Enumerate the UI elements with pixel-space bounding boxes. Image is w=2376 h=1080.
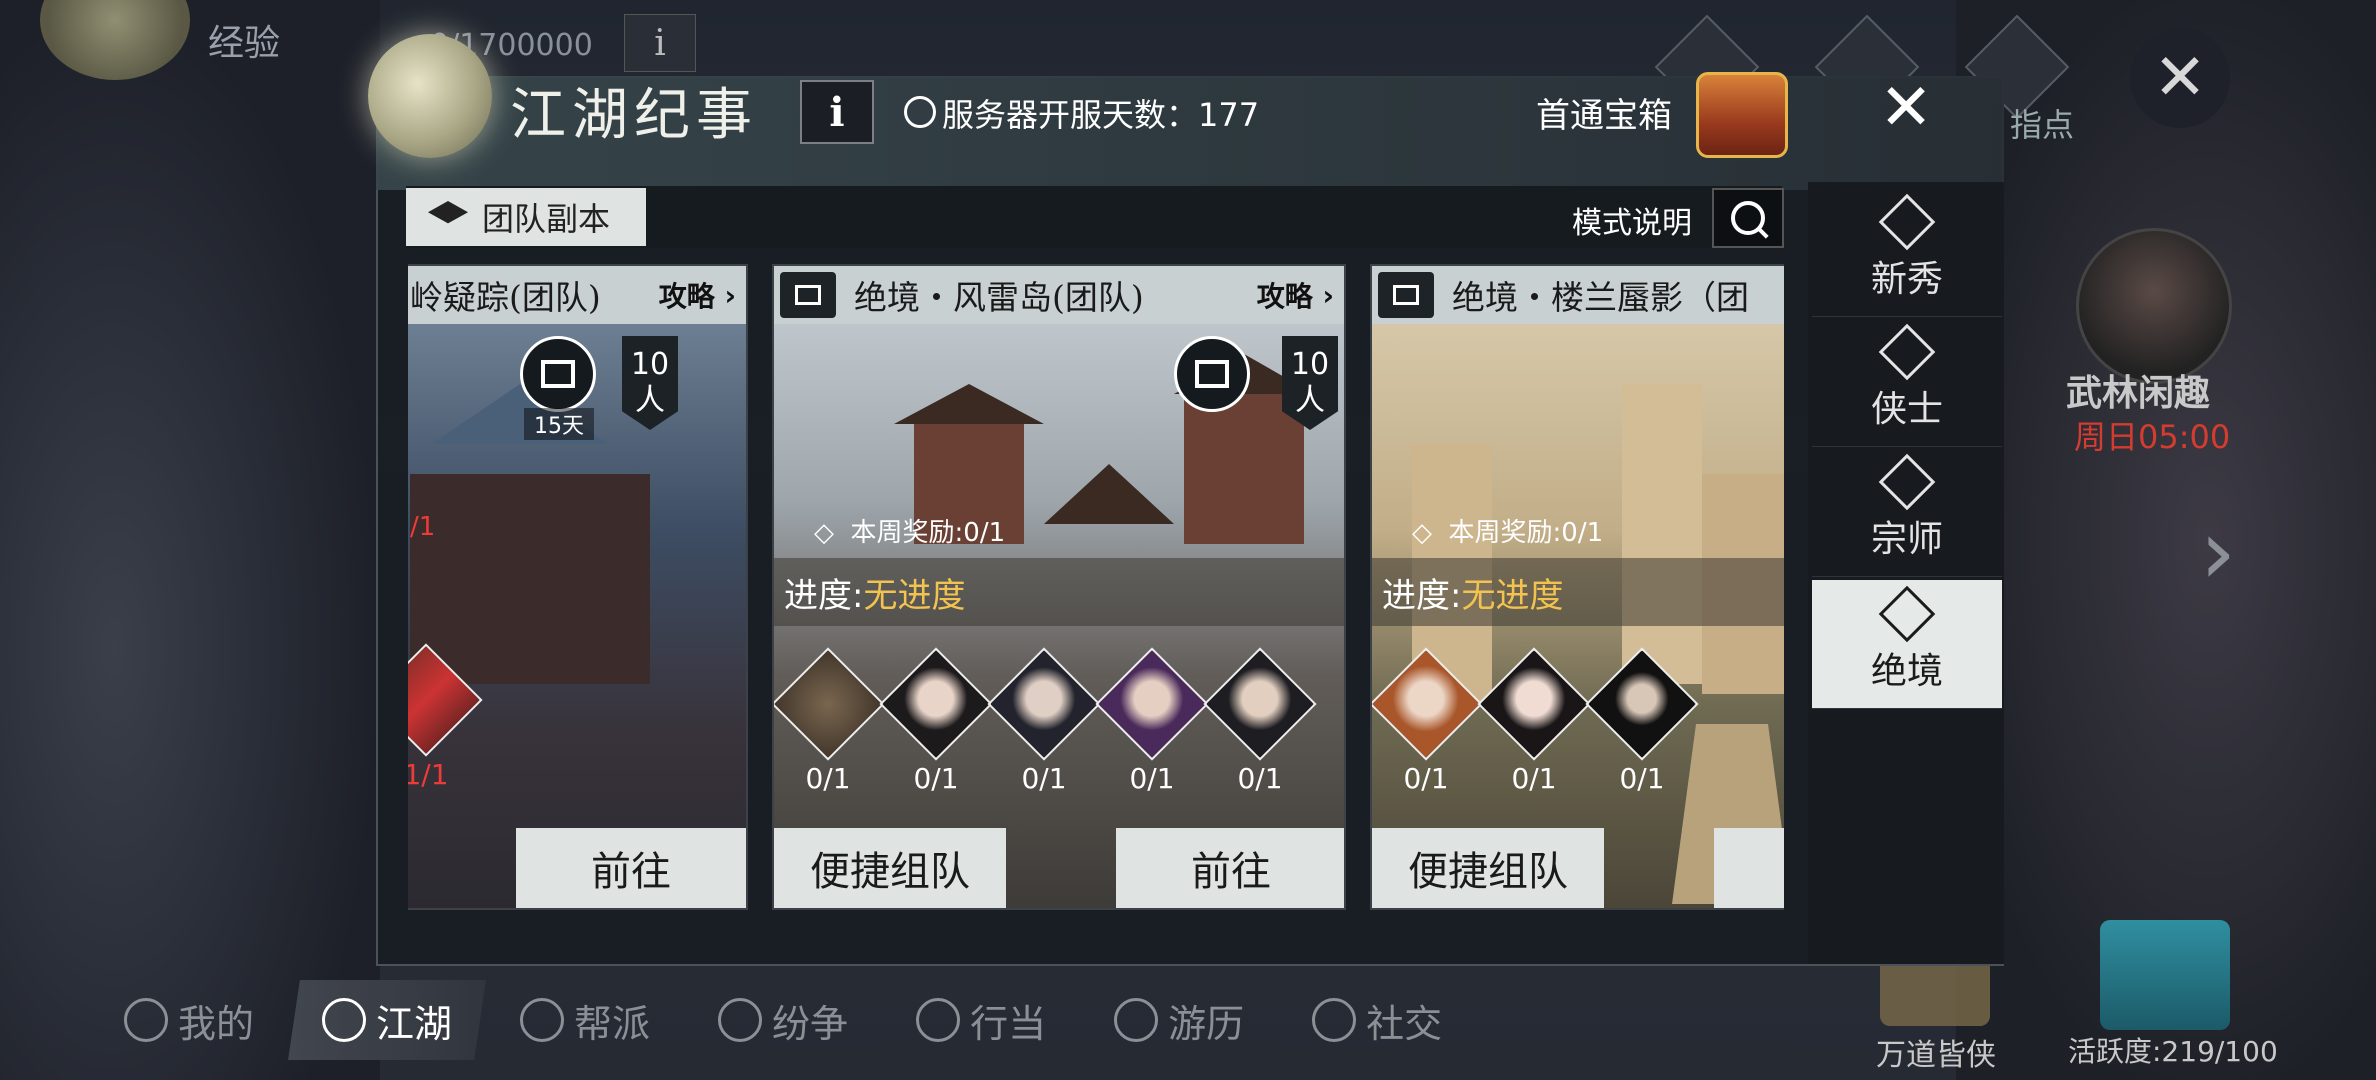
quick-team-button[interactable]: 便捷组队 (774, 828, 1006, 908)
tier-emblem-icon (1878, 323, 1936, 381)
background-close-button[interactable]: ✕ (2130, 28, 2230, 128)
bottom-nav: 我的 江湖 帮派 纷争 行当 游历 社交 (90, 980, 1476, 1060)
moon-icon (368, 34, 492, 158)
people-icon (1312, 998, 1357, 1042)
nav-item-jianghu[interactable]: 江湖 (288, 980, 487, 1060)
nav-item-social[interactable]: 社交 (1278, 980, 1476, 1060)
first-clear-chest-label: 首通宝箱 (1536, 96, 1672, 136)
go-button[interactable]: 前往 (516, 828, 746, 908)
mode-help-label[interactable]: 模式说明 (1572, 198, 1692, 242)
tier-knight[interactable]: 侠士 (1812, 318, 2002, 447)
dungeon-card[interactable]: 绝境・风雷岛(团队) 攻略 › 10 人 ◇ 本周奖励:0/1 进度: 无进度 0/… (772, 264, 1346, 910)
player-count-badge: 10 人 (1282, 336, 1338, 430)
search-icon (1731, 201, 1765, 235)
guide-link[interactable]: 攻略 › (1257, 266, 1334, 324)
boss-clear-count: 0/1 (1403, 762, 1449, 795)
tier-emblem-icon (1878, 453, 1936, 511)
progress-row: 进度: 无进度 (774, 558, 1344, 626)
monitor-icon (780, 272, 836, 318)
magnifier-icon (1114, 998, 1159, 1042)
tab-team-dungeon[interactable]: 团队副本 (406, 188, 646, 246)
mode-help-button[interactable] (1712, 188, 1784, 248)
hint-label: 指点 (2010, 106, 2075, 144)
nav-item-conflict[interactable]: 纷争 (684, 980, 882, 1060)
modal-title: 江湖纪事 (510, 83, 758, 148)
exp-label: 经验 (208, 23, 281, 64)
clock-icon (904, 96, 936, 128)
book-icon (916, 998, 961, 1042)
activity-chest-icon[interactable] (2100, 920, 2230, 1030)
chest-label: 万道皆侠 (1876, 1038, 1996, 1073)
nav-item-guild[interactable]: 帮派 (486, 980, 684, 1060)
weekly-reward: ◇ 本周奖励:0/1 (1412, 518, 1604, 548)
modal-info-button[interactable]: i (800, 80, 874, 144)
boss-clear-count: 0/1 (1619, 762, 1665, 795)
quick-team-button[interactable]: 便捷组队 (1372, 828, 1604, 908)
swords-icon (718, 998, 763, 1042)
chevron-right-icon[interactable]: › (2200, 500, 2236, 605)
event-name: 武林闲趣 (2066, 373, 2211, 414)
monitor-icon (1378, 272, 1434, 318)
nav-item-travel[interactable]: 游历 (1080, 980, 1278, 1060)
go-button[interactable]: 前往 (1116, 828, 1344, 908)
exp-info-button[interactable]: i (624, 14, 696, 72)
tier-emblem-icon (1878, 585, 1936, 643)
reset-icon (1174, 336, 1250, 412)
go-button-partial[interactable] (1714, 828, 1784, 908)
boss-clear-count: 0/1 (1129, 762, 1175, 795)
progress-value: 无进度 (863, 575, 966, 616)
boss-clear-count: 1/1 (408, 758, 449, 791)
event-time: 周日05:00 (2074, 418, 2231, 456)
tier-extreme[interactable]: 绝境 (1812, 580, 2002, 709)
dungeon-card-list[interactable]: 岭疑踪(团队) 攻略 › 15天 10人 /1 1/1 前往 绝境・风雷岛(团队… (408, 264, 1784, 914)
dungeon-card[interactable]: 岭疑踪(团队) 攻略 › 15天 10人 /1 1/1 前往 (408, 264, 748, 910)
background-scene-left (0, 0, 380, 1080)
boss-clear-count: 0/1 (805, 762, 851, 795)
progress-value: 无进度 (1461, 575, 1564, 616)
server-days: 服务器开服天数：177 (942, 96, 1260, 134)
activity-value: 活跃度:219/100 (2068, 1035, 2278, 1068)
boss-clear-count: 0/1 (1021, 762, 1067, 795)
event-avatar[interactable] (2076, 228, 2232, 384)
weekly-reward: ◇ 本周奖励:0/1 (814, 518, 1006, 548)
tier-newbie[interactable]: 新秀 (1812, 188, 2002, 317)
tier-emblem-icon (1878, 193, 1936, 251)
boss-clear-count: 0/1 (1237, 762, 1283, 795)
card-title: 绝境・楼兰蜃影（团 (1372, 266, 1784, 324)
nav-item-mine[interactable]: 我的 (90, 980, 288, 1060)
dungeon-card[interactable]: 绝境・楼兰蜃影（团 ◇ 本周奖励:0/1 进度: 无进度 0/1 0/1 0/1 … (1370, 264, 1784, 910)
nav-item-trade[interactable]: 行当 (882, 980, 1080, 1060)
guide-link[interactable]: 攻略 › (659, 266, 736, 324)
boss-clear-count: 0/1 (913, 762, 959, 795)
hall-icon (520, 998, 565, 1042)
reset-icon (520, 336, 596, 412)
boss-clear-count: 0/1 (1511, 762, 1557, 795)
progress-row: 进度: 无进度 (1372, 558, 1784, 626)
reset-days: 15天 (524, 408, 594, 440)
mortarboard-icon (428, 201, 468, 224)
clear-mark: /1 (410, 512, 436, 542)
player-count-badge: 10 人 (622, 336, 678, 430)
modal-close-button[interactable]: ✕ (1876, 76, 1936, 140)
background-scene-right (1956, 0, 2376, 1080)
scroll-icon (322, 998, 367, 1042)
gear-icon (124, 998, 168, 1042)
tier-master[interactable]: 宗师 (1812, 448, 2002, 577)
first-clear-chest-icon[interactable] (1696, 72, 1788, 158)
